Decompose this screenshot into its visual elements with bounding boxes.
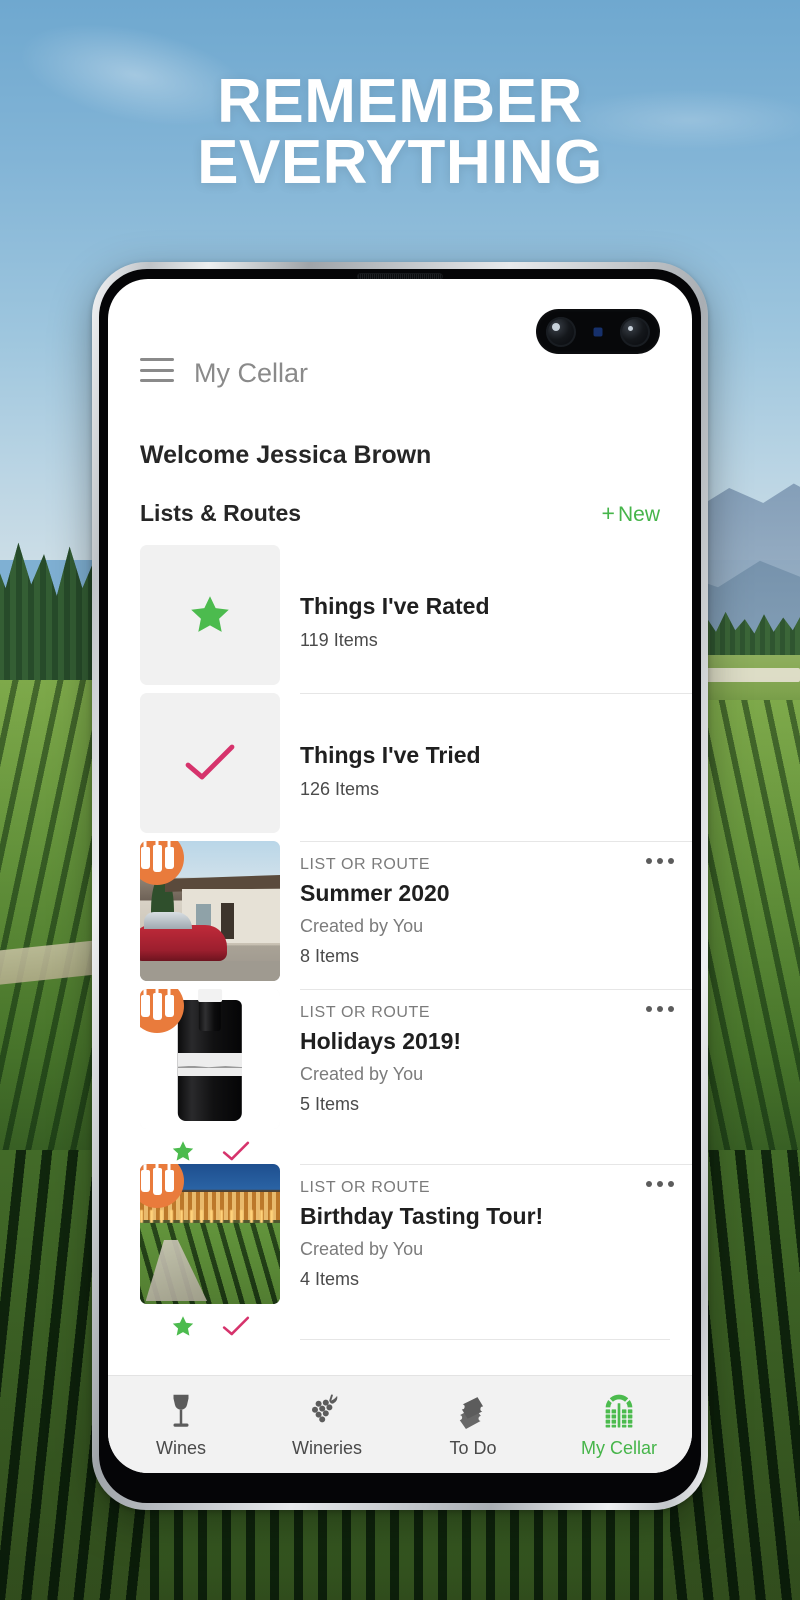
- list-item-kicker: LIST OR ROUTE: [300, 1179, 431, 1196]
- phone-mockup: My Cellar Welcome Jessica Brown Lists & …: [92, 262, 708, 1510]
- camera-cutout: [536, 309, 660, 354]
- camera-lens-icon: [620, 316, 650, 347]
- tab-wines[interactable]: Wines: [108, 1390, 254, 1459]
- list-thumbnail: [140, 841, 280, 981]
- list-item-kicker: LIST OR ROUTE: [300, 856, 431, 873]
- welcome-message: Welcome Jessica Brown: [140, 441, 432, 469]
- headline-line-1: REMEMBER: [217, 67, 583, 136]
- plus-icon: +: [601, 500, 615, 526]
- list-item-details: LIST OR ROUTE Birthday Tasting Tour! Cre…: [300, 1164, 692, 1312]
- wine-glass-icon: [166, 1390, 196, 1430]
- page-title: My Cellar: [194, 358, 309, 388]
- list-item-title: Holidays 2019!: [300, 1028, 462, 1054]
- list-item[interactable]: Things I've Rated 119 Items: [108, 545, 692, 693]
- list-item-title: Things I've Rated: [300, 593, 490, 619]
- section-title: Lists & Routes: [140, 500, 302, 526]
- thumbnail-column: [140, 693, 280, 833]
- list-item-count: 5 Items: [300, 1094, 360, 1114]
- star-icon: [172, 1316, 194, 1336]
- star-icon: [172, 1141, 194, 1161]
- list-item-count: 119 Items: [300, 630, 378, 650]
- list-item-author: Created by You: [300, 916, 424, 936]
- list-item-count: 4 Items: [300, 1269, 360, 1289]
- camera-sensor-icon: [593, 327, 603, 336]
- hamburger-menu-icon[interactable]: [140, 358, 174, 382]
- promo-headline: REMEMBER EVERYTHING: [0, 71, 800, 197]
- headline-line-2: EVERYTHING: [197, 127, 603, 197]
- list-item-badges: [140, 1314, 280, 1339]
- more-options-icon[interactable]: [646, 1006, 674, 1012]
- check-icon: [222, 1316, 250, 1336]
- list-item-author: Created by You: [300, 1064, 424, 1084]
- app-content: Welcome Jessica Brown Lists & Routes + Ne…: [108, 397, 692, 1375]
- check-icon: [185, 744, 235, 780]
- list-item-count: 8 Items: [300, 946, 360, 966]
- bottom-navigation-bar: Wines Wineries To Do My Cellar: [108, 1375, 692, 1473]
- lists-and-routes-list: Things I've Rated 119 Items Things I've …: [108, 545, 692, 1340]
- list-item-badges: [140, 1139, 280, 1164]
- list-item-details: LIST OR ROUTE Summer 2020 Created by You…: [300, 841, 692, 989]
- new-button-label: New: [617, 503, 660, 526]
- tab-label: My Cellar: [580, 1438, 657, 1458]
- grapes-icon: [309, 1390, 345, 1430]
- phone-bezel: My Cellar Welcome Jessica Brown Lists & …: [99, 269, 701, 1503]
- list-item-details: Things I've Tried 126 Items: [300, 693, 692, 841]
- tab-wineries[interactable]: Wineries: [254, 1390, 400, 1459]
- tab-label: Wines: [155, 1438, 206, 1458]
- list-item-details: LIST OR ROUTE Holidays 2019! Created by …: [300, 989, 692, 1137]
- list-item-count: 126 Items: [300, 779, 380, 799]
- list-item[interactable]: LIST OR ROUTE Summer 2020 Created by You…: [108, 841, 692, 989]
- camera-lens-icon: [546, 316, 576, 347]
- list-item[interactable]: Things I've Tried 126 Items: [108, 693, 692, 841]
- thumbnail-column: [140, 841, 280, 981]
- tab-my-cellar[interactable]: My Cellar: [546, 1390, 692, 1459]
- list-item[interactable]: LIST OR ROUTE Holidays 2019! Created by …: [108, 989, 692, 1164]
- phone-screen: My Cellar Welcome Jessica Brown Lists & …: [108, 279, 692, 1473]
- list-thumbnail: [140, 545, 280, 685]
- list-item-kicker: LIST OR ROUTE: [300, 1004, 431, 1021]
- more-options-icon[interactable]: [646, 1181, 674, 1187]
- more-options-icon[interactable]: [646, 858, 674, 864]
- tab-label: Wineries: [291, 1438, 362, 1458]
- thumbnail-column: [140, 545, 280, 685]
- list-item-author: Created by You: [300, 1239, 424, 1259]
- app-viewport: My Cellar Welcome Jessica Brown Lists & …: [108, 279, 692, 1473]
- list-item[interactable]: LIST OR ROUTE Birthday Tasting Tour! Cre…: [108, 1164, 692, 1339]
- tickets-icon: [455, 1390, 491, 1430]
- new-list-button[interactable]: + New: [602, 500, 660, 527]
- star-icon: [191, 596, 229, 632]
- list-thumbnail: [140, 693, 280, 833]
- thumbnail-column: [140, 989, 280, 1164]
- list-item-title: Summer 2020: [300, 880, 450, 906]
- list-divider: [300, 1339, 670, 1340]
- section-header: Lists & Routes + New: [108, 470, 692, 527]
- list-thumbnail: [140, 1164, 280, 1304]
- tab-to-do[interactable]: To Do: [400, 1390, 546, 1459]
- thumbnail-column: [140, 1164, 280, 1339]
- list-thumbnail: [140, 989, 280, 1129]
- check-icon: [222, 1141, 250, 1161]
- list-item-title: Birthday Tasting Tour!: [300, 1203, 544, 1229]
- list-item-details: Things I've Rated 119 Items: [300, 545, 692, 693]
- list-item-title: Things I've Tried: [300, 742, 481, 768]
- cellar-arch-icon: [602, 1390, 636, 1430]
- tab-label: To Do: [449, 1438, 497, 1458]
